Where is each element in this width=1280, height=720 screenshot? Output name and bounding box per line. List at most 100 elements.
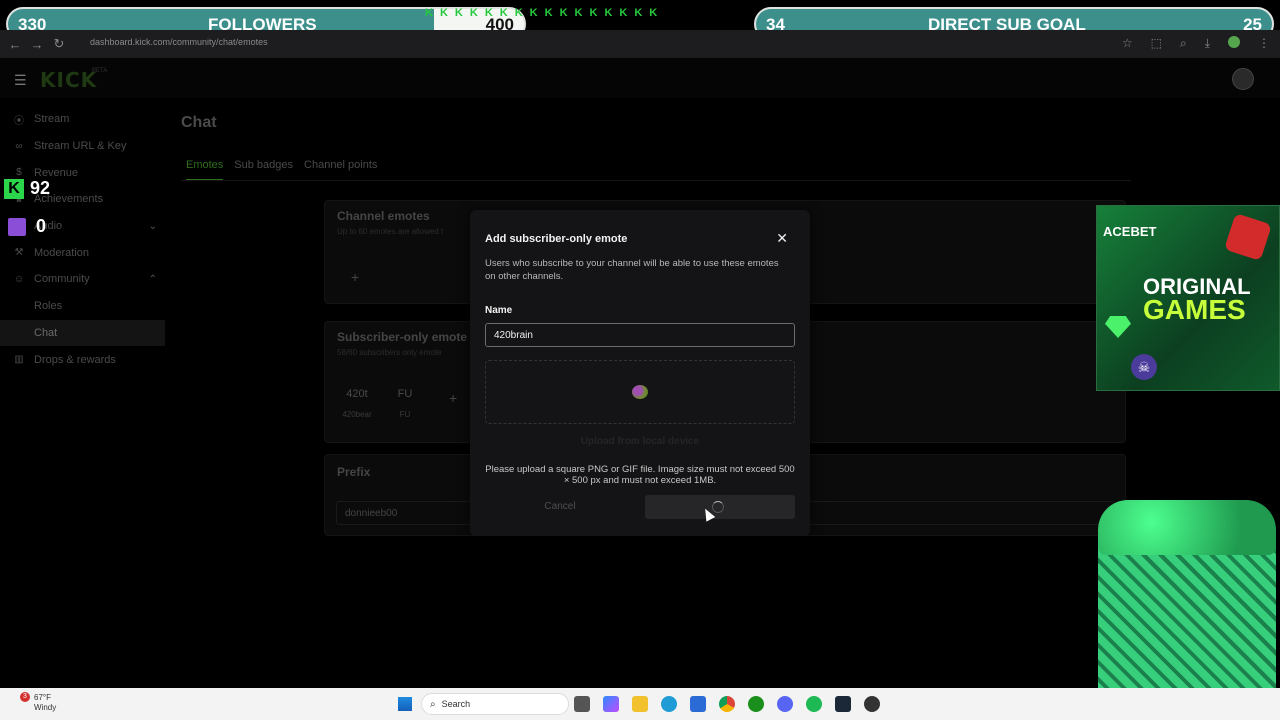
kick-jar-overlay — [1098, 500, 1276, 710]
page-title: Chat — [181, 114, 217, 131]
kick-k-strip-icon: K — [469, 7, 478, 19]
sidebar-item-stream[interactable]: ⦿ Stream — [0, 106, 165, 133]
broadcast-icon: ⦿ — [14, 115, 24, 127]
profile-icon[interactable] — [1228, 36, 1240, 48]
search-icon: ⌕ — [430, 698, 436, 710]
sidebar-item-stream-url-key[interactable]: ∞ Stream URL & Key — [0, 133, 165, 160]
submit-button[interactable] — [645, 495, 795, 519]
spotify-icon[interactable] — [806, 696, 822, 712]
kick-k-strip-icon: K — [499, 7, 508, 19]
ad-headline-2: GAMES — [1143, 294, 1246, 325]
bookmark-star-icon[interactable]: ☆ — [1122, 36, 1133, 51]
subscriber-emotes-subtitle: 58/60 subscribers only emote — [337, 348, 442, 357]
jar-top — [1098, 500, 1276, 555]
kick-k-strip-icon: K — [634, 7, 643, 19]
upload-from-device-button[interactable]: Upload from local device — [485, 436, 795, 447]
extensions-icon[interactable]: ⬚ — [1151, 36, 1162, 51]
download-icon[interactable]: ⤓ — [1205, 36, 1210, 51]
weather-temp: 67°F — [34, 693, 51, 702]
prefix-title: Prefix — [337, 465, 371, 479]
kick-k-strip-icon: K — [529, 7, 538, 19]
sidebar-item-community[interactable]: ☺ Community ⌃ — [0, 266, 165, 293]
emote-image: 420t — [346, 388, 368, 400]
kick-k-strip-icon: K — [589, 7, 598, 19]
kick-k-strip-icon: K — [604, 7, 613, 19]
back-icon[interactable]: ← — [4, 37, 26, 52]
weather-widget[interactable]: 67°F Windy — [34, 693, 56, 713]
modal-title: Add subscriber-only emote — [485, 233, 628, 245]
chevron-down-icon[interactable]: ⌄ — [149, 221, 157, 232]
emote-tile[interactable]: FU FU — [391, 388, 419, 419]
discord-icon[interactable] — [777, 696, 793, 712]
chevron-up-icon[interactable]: ⌃ — [149, 274, 157, 285]
ad-brand: ACEBET — [1103, 224, 1157, 239]
twitch-icon — [8, 217, 26, 236]
windows-taskbar: 3 67°F Windy ⌕ Search — [0, 688, 1280, 720]
edge-icon[interactable] — [661, 696, 677, 712]
file-explorer-icon[interactable] — [632, 696, 648, 712]
taskbar-search[interactable]: ⌕ Search — [421, 693, 569, 715]
jar-body — [1098, 542, 1276, 710]
sidebar-item-label: Stream — [34, 113, 70, 126]
gift-icon: ▥ — [14, 354, 24, 366]
sidebar-item-drops-rewards[interactable]: ▥ Drops & rewards — [0, 346, 165, 373]
windows-start-icon[interactable] — [398, 697, 412, 711]
subscriber-emotes-title: Subscriber-only emote — [337, 330, 468, 344]
obs-icon[interactable] — [864, 696, 880, 712]
user-avatar[interactable] — [1232, 68, 1254, 90]
task-view-icon[interactable] — [574, 696, 590, 712]
emote-tile[interactable]: 420t 420bear — [339, 388, 375, 419]
acebet-ad-banner: ACEBET ORIGINAL GAMES ☠ — [1096, 205, 1280, 391]
users-icon: ☺ — [13, 273, 25, 285]
menu-dots-icon[interactable]: ⋮ — [1258, 36, 1270, 51]
tab-sub-badges[interactable]: Sub badges — [234, 159, 293, 181]
sidebar-item-moderation[interactable]: ⚒ Moderation — [0, 239, 165, 266]
sidebar-item-label: Roles — [34, 300, 63, 313]
search-placeholder: Search — [441, 699, 471, 709]
emote-image: FU — [397, 388, 413, 400]
xbox-icon[interactable] — [748, 696, 764, 712]
tab-channel-points[interactable]: Channel points — [304, 159, 377, 181]
sidebar-item-chat[interactable]: Chat — [0, 319, 165, 347]
address-bar[interactable]: dashboard.kick.com/community/chat/emotes — [90, 37, 268, 47]
emote-name-input[interactable] — [485, 323, 795, 347]
add-emote-modal: Add subscriber-only emote ✕ Users who su… — [470, 210, 810, 536]
kick-k-strip-icon: K — [649, 7, 658, 19]
tab-emotes[interactable]: Emotes — [186, 159, 224, 181]
cancel-button[interactable]: Cancel — [485, 495, 635, 519]
kick-k-strip-icon: K — [454, 7, 463, 19]
sidebar-item-label: Community — [34, 273, 90, 286]
zoom-icon[interactable]: ⌕ — [1180, 36, 1187, 51]
hamburger-menu-icon[interactable]: ☰ — [14, 72, 27, 89]
sidebar-item-label: Chat — [34, 326, 58, 339]
tabs-divider — [181, 180, 1131, 181]
sidebar-item-roles[interactable]: Roles — [0, 293, 165, 320]
kick-k-strip-icon: K — [484, 7, 493, 19]
kick-k-icon: K — [4, 178, 24, 199]
kick-logo[interactable]: KICK — [40, 68, 97, 92]
sidebar-item-label: Revenue — [34, 166, 79, 179]
loading-spinner-icon — [712, 501, 724, 513]
sidebar-item-label: Moderation — [34, 246, 90, 259]
twitch-viewer-count: 0 — [8, 216, 46, 237]
add-channel-emote-button[interactable]: + — [351, 269, 359, 285]
twitch-count-value: 0 — [36, 216, 47, 236]
close-icon[interactable]: ✕ — [776, 230, 788, 247]
store-icon[interactable] — [690, 696, 706, 712]
kick-k-strip-icon: K — [619, 7, 628, 19]
add-subscriber-emote-button[interactable]: + — [449, 390, 457, 406]
kick-k-strip-icon: K — [559, 7, 568, 19]
copilot-icon[interactable] — [603, 696, 619, 712]
upload-help-text: Please upload a square PNG or GIF file. … — [485, 464, 795, 486]
sidebar-nav: ⦿ Stream ∞ Stream URL & Key $ Revenue ♛ … — [0, 106, 165, 373]
emote-label: FU — [399, 410, 411, 419]
browser-actions: ☆ ⬚ ⌕ ⤓ ⋮ — [1122, 36, 1270, 51]
steam-icon[interactable] — [835, 696, 851, 712]
emote-upload-dropzone[interactable] — [485, 360, 795, 424]
kick-k-strip-icon: K — [425, 7, 433, 19]
reload-icon[interactable]: ↻ — [48, 36, 70, 52]
chrome-icon[interactable] — [719, 696, 735, 712]
forward-icon[interactable]: → — [26, 37, 48, 52]
weather-desc: Windy — [34, 703, 57, 712]
sidebar-item-label: Drops & rewards — [34, 353, 116, 366]
